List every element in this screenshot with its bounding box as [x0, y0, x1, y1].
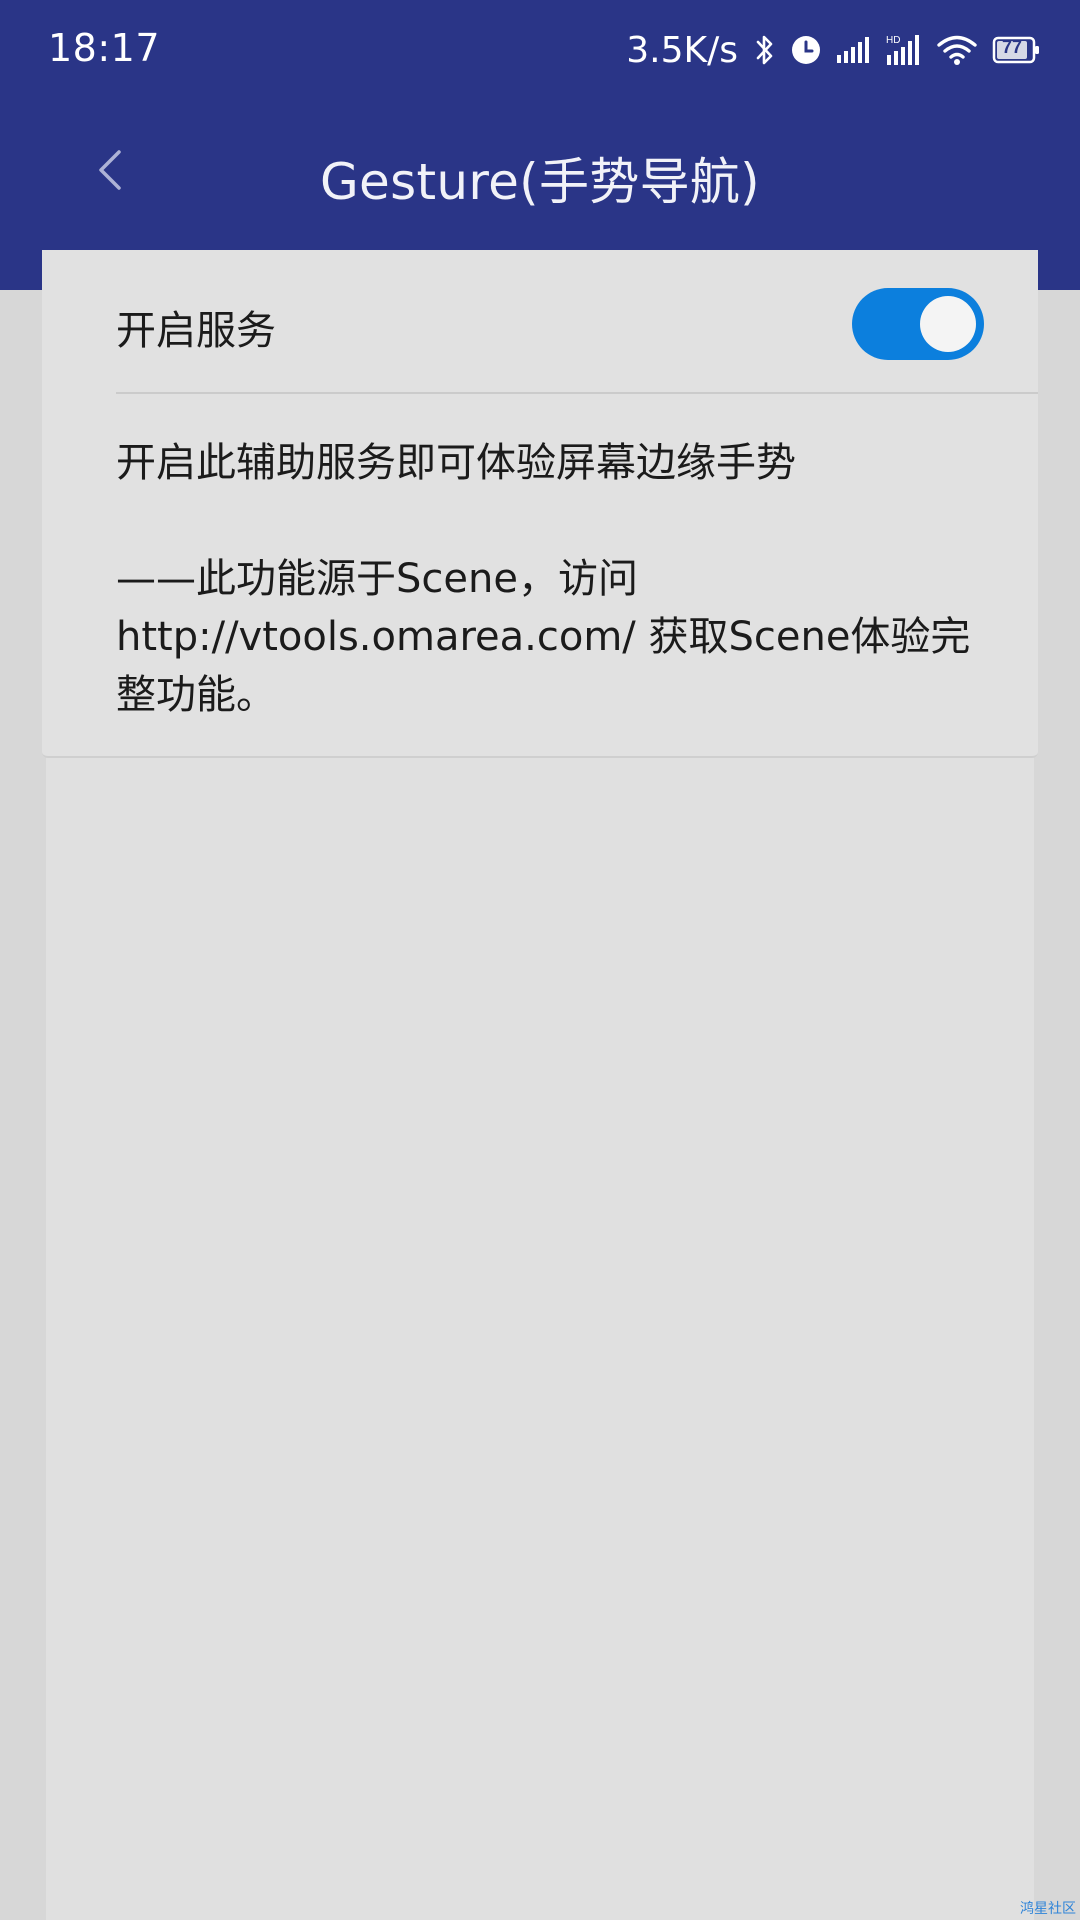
app-bar: Gesture(手势导航) [0, 100, 1080, 250]
status-time: 18:17 [48, 26, 161, 70]
service-card: 开启服务 开启此辅助服务即可体验屏幕边缘手势 ——此功能源于Scene，访问 h… [42, 250, 1038, 758]
divider [116, 392, 1038, 394]
description-line-2: ——此功能源于Scene，访问 http://vtools.omarea.com… [116, 556, 971, 718]
battery-icon: 77 [992, 35, 1040, 65]
toggle-knob [920, 296, 976, 352]
service-description: 开启此辅助服务即可体验屏幕边缘手势 ——此功能源于Scene，访问 http:/… [116, 434, 976, 724]
hd-signal-icon: HD [886, 33, 922, 67]
description-line-1: 开启此辅助服务即可体验屏幕边缘手势 [116, 440, 796, 486]
svg-text:HD: HD [886, 35, 900, 46]
page-title: Gesture(手势导航) [320, 153, 760, 211]
status-icons: 3.5K/s HD 77 [626, 26, 1040, 74]
network-speed: 3.5K/s [626, 29, 738, 71]
clock-icon [790, 34, 822, 66]
enable-service-label: 开启服务 [116, 308, 276, 354]
wifi-icon [936, 34, 978, 66]
bluetooth-icon [754, 33, 776, 67]
enable-service-toggle[interactable] [852, 288, 984, 360]
battery-level: 77 [1002, 37, 1023, 57]
watermark: 鸿星社区 [1020, 1901, 1076, 1917]
signal-icon [836, 35, 872, 65]
status-bar: 18:17 3.5K/s HD 77 [0, 0, 1080, 100]
enable-service-row[interactable]: 开启服务 [42, 250, 1038, 392]
